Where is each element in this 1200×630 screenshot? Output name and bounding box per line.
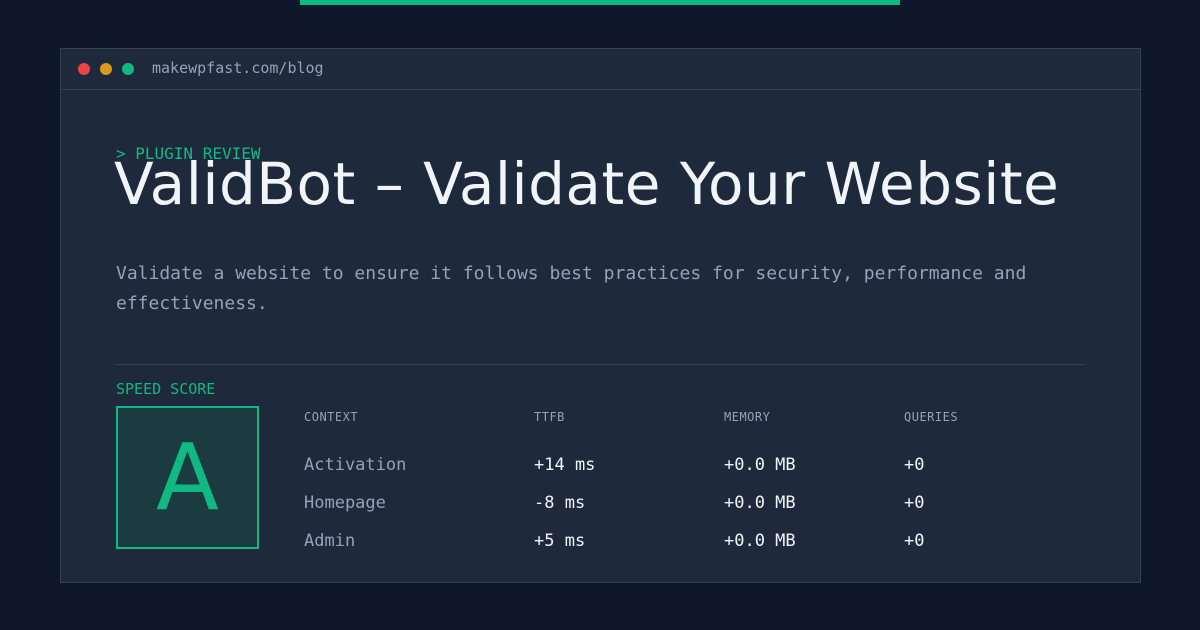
window-titlebar: makewpfast.com/blog bbox=[61, 49, 1140, 90]
memory-cell: +0.0 MB bbox=[724, 455, 796, 475]
speed-score-label: SPEED SCORE bbox=[116, 380, 216, 398]
queries-cell: +0 bbox=[904, 531, 925, 551]
ttfb-cell: -8 ms bbox=[534, 493, 586, 513]
context-cell: Admin bbox=[304, 531, 356, 551]
table-row: Homepage -8 ms +0.0 MB +0 bbox=[304, 484, 1064, 522]
speed-score-grade: A bbox=[156, 423, 219, 531]
close-dot-icon bbox=[78, 63, 90, 75]
ttfb-cell: +5 ms bbox=[534, 531, 586, 551]
column-header-memory: MEMORY bbox=[724, 410, 771, 424]
table-row: Activation +14 ms +0.0 MB +0 bbox=[304, 446, 1064, 484]
column-header-queries: QUERIES bbox=[904, 410, 959, 424]
memory-cell: +0.0 MB bbox=[724, 531, 796, 551]
context-cell: Homepage bbox=[304, 493, 386, 513]
url-text: makewpfast.com/blog bbox=[152, 59, 324, 77]
speed-score-badge: A bbox=[116, 406, 259, 549]
metrics-table: CONTEXT TTFB MEMORY QUERIES Activation +… bbox=[304, 407, 1064, 560]
table-row: Admin +5 ms +0.0 MB +0 bbox=[304, 522, 1064, 560]
page-title: ValidBot – Validate Your Website bbox=[114, 150, 1060, 218]
ttfb-cell: +14 ms bbox=[534, 455, 596, 475]
minimize-dot-icon bbox=[100, 63, 112, 75]
top-accent-bar bbox=[300, 0, 900, 5]
column-header-ttfb: TTFB bbox=[534, 410, 565, 424]
section-divider bbox=[116, 364, 1085, 365]
context-cell: Activation bbox=[304, 455, 407, 475]
metrics-header-row: CONTEXT TTFB MEMORY QUERIES bbox=[304, 407, 1064, 427]
page-description: Validate a website to ensure it follows … bbox=[116, 263, 1027, 314]
column-header-context: CONTEXT bbox=[304, 410, 359, 424]
queries-cell: +0 bbox=[904, 455, 925, 475]
maximize-dot-icon bbox=[122, 63, 134, 75]
queries-cell: +0 bbox=[904, 493, 925, 513]
browser-window: makewpfast.com/blog > PLUGIN REVIEW Vali… bbox=[60, 48, 1141, 583]
memory-cell: +0.0 MB bbox=[724, 493, 796, 513]
